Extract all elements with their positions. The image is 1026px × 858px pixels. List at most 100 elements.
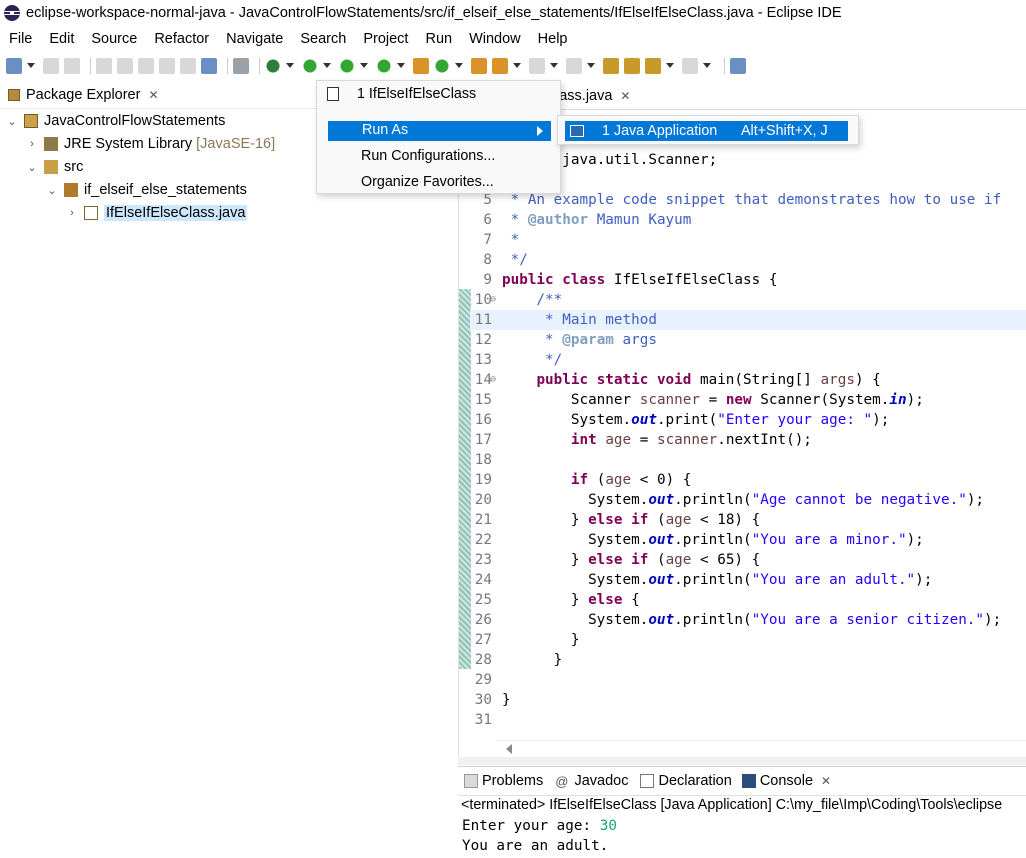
chevron-right-icon[interactable]: › <box>26 138 38 150</box>
menu-item-run-configurations[interactable]: Run Configurations... <box>361 145 495 167</box>
chevron-right-icon[interactable]: › <box>66 207 78 219</box>
code-line: 9 public class IfElseIfElseClass { <box>483 272 778 288</box>
debug-icon[interactable] <box>265 57 281 74</box>
menu-project[interactable]: Project <box>354 31 416 47</box>
console-user-input: 30 <box>599 818 617 834</box>
chevron-down-icon[interactable]: ⌄ <box>46 184 58 197</box>
tree-item-suffix: [JavaSE-16] <box>196 136 276 152</box>
new-java-package-icon[interactable] <box>413 57 429 74</box>
previous-annotation-dropdown-icon[interactable] <box>587 63 595 68</box>
library-icon <box>44 137 58 151</box>
tree-item-jre-library[interactable]: › JRE System Library [JavaSE-16] <box>26 133 275 155</box>
back-icon[interactable] <box>624 57 640 74</box>
menu-help[interactable]: Help <box>529 31 576 47</box>
menu-refactor[interactable]: Refactor <box>145 31 217 47</box>
code-line: 7 * <box>483 232 520 248</box>
close-icon[interactable]: ✕ <box>620 89 630 103</box>
run-icon[interactable] <box>302 57 318 74</box>
java-file-icon <box>84 206 98 220</box>
java-application-icon <box>570 125 584 137</box>
code-line: 25 } else { <box>474 592 640 608</box>
show-whitespace-icon[interactable] <box>159 57 175 74</box>
terminal-icon[interactable] <box>201 57 217 74</box>
save-icon[interactable] <box>43 57 59 74</box>
tree-item-package[interactable]: ⌄ if_elseif_else_statements <box>46 179 247 201</box>
code-line: 20 System.out.println("Age cannot be neg… <box>474 492 985 508</box>
menu-item-recent-launch[interactable]: 1 IfElseIfElseClass <box>327 83 476 105</box>
new-icon[interactable] <box>6 57 22 74</box>
external-tools-icon[interactable] <box>376 57 392 74</box>
code-line: 13 */ <box>474 352 563 368</box>
run-as-submenu: 1 Java Application Alt+Shift+X, J <box>557 115 859 145</box>
package-icon <box>64 183 78 197</box>
code-line: 22 System.out.println("You are a minor."… <box>474 532 924 548</box>
menu-search[interactable]: Search <box>291 31 354 47</box>
tab-problems[interactable]: Problems <box>464 773 543 789</box>
code-line: 29 <box>474 672 492 688</box>
toolbar-separator <box>227 57 228 74</box>
menu-navigate[interactable]: Navigate <box>217 31 291 47</box>
forward-dropdown-icon[interactable] <box>703 63 711 68</box>
open-type-icon[interactable] <box>471 57 487 74</box>
menu-edit[interactable]: Edit <box>40 31 82 47</box>
next-annotation-dropdown-icon[interactable] <box>550 63 558 68</box>
debug-dropdown-icon[interactable] <box>286 63 294 68</box>
horizontal-scrollbar[interactable] <box>498 740 1026 756</box>
search-dropdown-icon[interactable] <box>513 63 521 68</box>
pilcrow-icon[interactable] <box>180 57 196 74</box>
toggle-word-wrap-icon[interactable] <box>138 57 154 74</box>
search-icon[interactable] <box>492 57 508 74</box>
menu-item-organize-favorites[interactable]: Organize Favorites... <box>361 171 494 193</box>
back-dropdown-icon[interactable] <box>666 63 674 68</box>
last-edit-location-icon[interactable] <box>603 57 619 74</box>
menu-file[interactable]: File <box>0 31 40 47</box>
tab-declaration[interactable]: Declaration <box>640 773 732 789</box>
scroll-left-icon[interactable] <box>506 744 512 754</box>
tab-javadoc[interactable]: @ Javadoc <box>555 773 628 789</box>
close-icon[interactable]: ✕ <box>148 88 158 102</box>
code-line: 18 <box>474 452 492 468</box>
menu-source[interactable]: Source <box>82 31 145 47</box>
menu-item-java-application[interactable]: 1 Java Application Alt+Shift+X, J <box>565 121 848 141</box>
code-line: 27 } <box>474 632 580 648</box>
code-line: 31 <box>474 712 492 728</box>
forward-icon[interactable] <box>682 57 698 74</box>
package-explorer-view: Package Explorer ✕ ⌄ JavaControlFlowStat… <box>0 82 455 858</box>
tree-item-java-file[interactable]: › IfElseIfElseClass.java <box>66 202 248 224</box>
open-perspective-icon[interactable] <box>730 57 746 74</box>
save-all-icon[interactable] <box>64 57 80 74</box>
tree-item-src[interactable]: ⌄ src <box>26 156 83 178</box>
tab-console[interactable]: Console ✕ <box>741 773 831 789</box>
next-annotation-icon[interactable] <box>529 57 545 74</box>
editor-tab[interactable]: lass.java ✕ <box>556 84 630 108</box>
editor-bottom-edge <box>458 757 1026 765</box>
code-line: 15 Scanner scanner = new Scanner(System.… <box>474 392 924 408</box>
package-explorer-icon <box>8 89 20 101</box>
new-class-dropdown-icon[interactable] <box>455 63 463 68</box>
external-tools-dropdown-icon[interactable] <box>397 63 405 68</box>
chevron-down-icon[interactable]: ⌄ <box>6 115 18 128</box>
chevron-down-icon[interactable]: ⌄ <box>26 161 38 174</box>
skip-breakpoints-icon[interactable] <box>233 57 249 74</box>
fold-collapse-icon[interactable]: ⊖ <box>490 370 496 390</box>
toggle-mark-icon[interactable] <box>117 57 133 74</box>
menu-item-run-as[interactable]: Run As <box>328 121 551 141</box>
close-icon[interactable]: ✕ <box>821 774 831 788</box>
code-line: 16 System.out.print("Enter your age: "); <box>474 412 890 428</box>
fold-collapse-icon[interactable]: ⊖ <box>490 290 496 310</box>
tree-item-label: src <box>64 159 84 175</box>
back-arrow-icon[interactable] <box>645 57 661 74</box>
coverage-icon[interactable] <box>339 57 355 74</box>
toggle-block-icon[interactable] <box>96 57 112 74</box>
tree-item-label: if_elseif_else_statements <box>84 182 247 198</box>
tree-item-label: JRE System Library <box>64 136 193 152</box>
menu-window[interactable]: Window <box>460 31 529 47</box>
source-folder-icon <box>44 160 58 174</box>
menu-run[interactable]: Run <box>416 31 460 47</box>
previous-annotation-icon[interactable] <box>566 57 582 74</box>
tree-item-project[interactable]: ⌄ JavaControlFlowStatements <box>6 110 225 132</box>
coverage-dropdown-icon[interactable] <box>360 63 368 68</box>
new-java-class-icon[interactable] <box>434 57 450 74</box>
run-dropdown-icon[interactable] <box>323 63 331 68</box>
new-dropdown-icon[interactable] <box>27 63 35 68</box>
